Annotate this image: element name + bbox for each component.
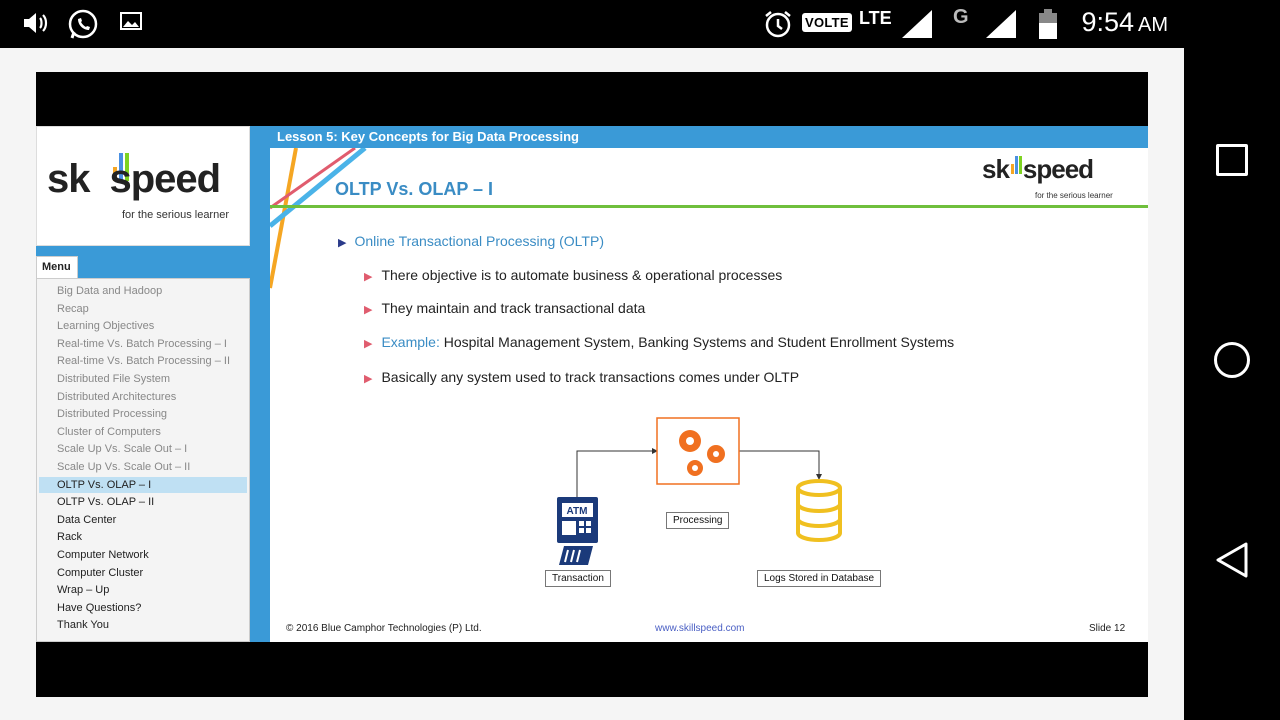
database-label: Logs Stored in Database [757, 570, 882, 587]
recent-apps-button[interactable] [1216, 144, 1248, 176]
skillspeed-logo: sk speed for the serious learner [36, 126, 250, 246]
processing-gears-icon [656, 417, 740, 485]
android-nav-bar [1184, 48, 1280, 720]
menu-item[interactable]: Computer Network [39, 547, 247, 563]
home-button[interactable] [1214, 342, 1250, 378]
copyright-text: © 2016 Blue Camphor Technologies (P) Ltd… [286, 623, 482, 634]
atm-icon: ATM [557, 497, 598, 565]
status-bar: VOLTE LTE G 9:54 AM [0, 0, 1280, 48]
menu-item[interactable]: OLTP Vs. OLAP – II [39, 494, 247, 510]
app-viewport: sk speed for the serious learner Menu Big… [0, 48, 1184, 720]
transaction-label: Transaction [545, 570, 611, 587]
menu-item[interactable]: Cluster of Computers [39, 424, 247, 440]
volume-icon [20, 8, 50, 38]
menu-item[interactable]: Real-time Vs. Batch Processing – II [39, 353, 247, 369]
website-link[interactable]: www.skillspeed.com [655, 623, 744, 634]
signal-icon-2 [984, 8, 1018, 40]
logo-text: sk speed [47, 157, 221, 201]
slide: OLTP Vs. OLAP – I sk speed for the seriou… [270, 148, 1148, 642]
database-icon [796, 479, 842, 542]
menu-item[interactable]: Recap [39, 301, 247, 317]
lesson-title: Lesson 5: Key Concepts for Big Data Proc… [270, 126, 1148, 148]
menu-item[interactable]: Wrap – Up [39, 582, 247, 598]
menu-item[interactable]: Distributed File System [39, 371, 247, 387]
video-frame[interactable]: sk speed for the serious learner Menu Big… [36, 72, 1148, 697]
menu-item[interactable]: Scale Up Vs. Scale Out – I [39, 441, 247, 457]
menu-tab[interactable]: Menu [36, 256, 78, 278]
battery-icon [1036, 8, 1060, 40]
menu-list: Big Data and Hadoop Recap Learning Objecti… [36, 278, 250, 642]
menu-item[interactable]: Rack [39, 529, 247, 545]
menu-item[interactable]: Big Data and Hadoop [39, 283, 247, 299]
processing-label: Processing [666, 512, 730, 529]
lte-label: LTE [859, 8, 892, 28]
menu-item[interactable]: Distributed Architectures [39, 389, 247, 405]
menu-item[interactable]: Distributed Processing [39, 406, 247, 422]
image-icon [118, 8, 144, 34]
menu-item[interactable]: Thank You [39, 617, 247, 633]
network-g-label: G [953, 6, 969, 28]
volte-badge: VOLTE [802, 13, 852, 32]
signal-icon [900, 8, 934, 40]
oltp-diagram: ATM [557, 417, 842, 565]
menu-item[interactable]: OLTP Vs. OLAP – I [39, 476, 247, 493]
back-button[interactable] [1212, 540, 1252, 580]
alarm-icon [762, 8, 794, 40]
menu-item[interactable]: Have Questions? [39, 600, 247, 616]
menu-item[interactable]: Real-time Vs. Batch Processing – I [39, 336, 247, 352]
logo-tagline: for the serious learner [122, 209, 229, 221]
course-player: sk speed for the serious learner Menu Big… [36, 126, 1148, 642]
slide-number: Slide 12 [1089, 623, 1126, 634]
menu-item[interactable]: Scale Up Vs. Scale Out – II [39, 459, 247, 475]
whatsapp-icon [66, 8, 100, 42]
menu-item[interactable]: Computer Cluster [39, 565, 247, 581]
menu-item[interactable]: Learning Objectives [39, 318, 247, 334]
svg-text:ATM: ATM [567, 506, 588, 517]
menu-item[interactable]: Data Center [39, 512, 247, 528]
clock: 9:54 AM [1081, 7, 1168, 37]
